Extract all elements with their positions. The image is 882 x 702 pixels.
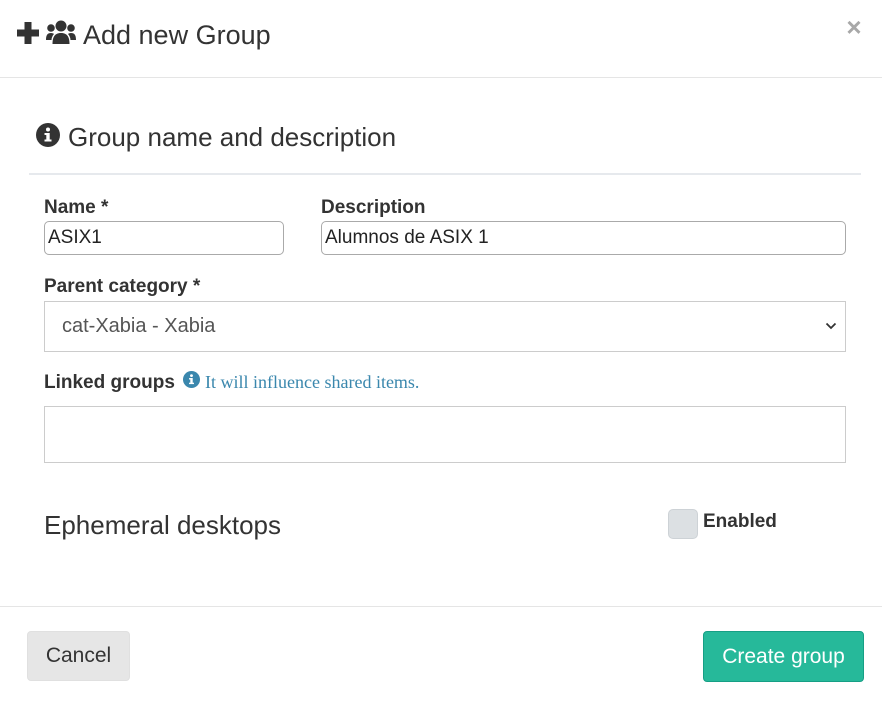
name-label: Name * — [44, 197, 109, 218]
close-icon: × — [846, 12, 862, 42]
linked-groups-hint: It will influence shared items. — [183, 371, 419, 393]
cancel-button[interactable]: Cancel — [27, 631, 130, 681]
modal-footer: Cancel Create group — [0, 606, 882, 702]
linked-groups-label: Linked groups — [44, 372, 175, 393]
enabled-toggle[interactable] — [668, 509, 698, 539]
info-circle-icon — [36, 123, 60, 152]
users-icon — [46, 20, 76, 51]
close-button[interactable]: × — [844, 14, 864, 40]
name-input[interactable] — [44, 221, 284, 255]
info-circle-icon — [183, 371, 200, 393]
linked-groups-input[interactable] — [44, 406, 846, 463]
modal-header: Add new Group × — [0, 0, 882, 78]
add-group-modal: Add new Group × Group name and descripti… — [0, 0, 882, 702]
chevron-down-icon — [825, 319, 837, 337]
section-divider — [29, 173, 861, 175]
parent-category-select[interactable]: cat-Xabia - Xabia — [44, 301, 846, 352]
linked-groups-hint-text: It will influence shared items. — [205, 371, 420, 392]
section-heading: Group name and description — [36, 122, 396, 153]
enabled-label: Enabled — [703, 511, 777, 532]
modal-title: Add new Group — [83, 20, 271, 50]
section-title: Group name and description — [68, 122, 397, 152]
plus-icon — [17, 22, 39, 49]
description-input[interactable] — [321, 221, 846, 255]
create-group-button[interactable]: Create group — [703, 631, 864, 682]
description-label: Description — [321, 197, 426, 218]
ephemeral-desktops-label: Ephemeral desktops — [44, 510, 282, 540]
parent-category-value: cat-Xabia - Xabia — [62, 315, 216, 337]
parent-category-label: Parent category * — [44, 276, 201, 297]
header-icons — [17, 20, 76, 51]
